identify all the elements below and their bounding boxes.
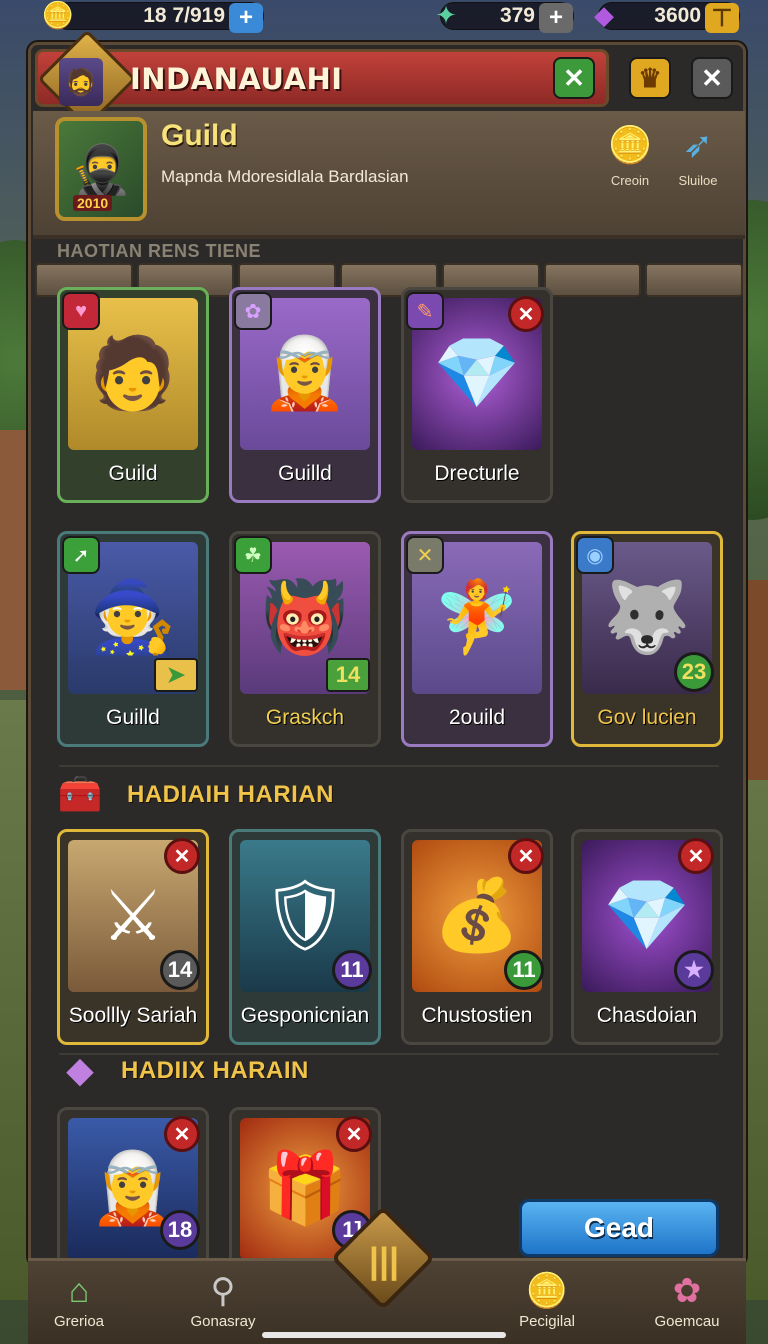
nav-center-button[interactable]: ||| — [354, 1231, 414, 1291]
close-icon[interactable]: ✕ — [164, 838, 200, 874]
close-icon[interactable]: ✕ — [678, 838, 714, 874]
card-name: Guilld — [106, 706, 160, 729]
card-soollly-sariah[interactable]: ⚔ ✕ 14 Soollly Sariah — [57, 829, 209, 1045]
level-badge: 14 — [326, 658, 370, 692]
level-badge: 23 — [674, 652, 714, 692]
gead-button[interactable]: Gead — [519, 1199, 719, 1257]
heart-icon: ♥ — [62, 292, 100, 330]
flower-icon: ✿ — [234, 292, 272, 330]
divider — [59, 765, 719, 767]
divider — [59, 1053, 719, 1055]
nav-label: Grerioa — [53, 1313, 105, 1330]
guild-subtitle: Mapnda Mdoresidlala Bardlasian — [161, 167, 409, 186]
guild-side-item-sluiloe[interactable]: ➶ Sluiloe — [663, 117, 733, 207]
guild-side-item-creoin[interactable]: 🪙 Creoin — [595, 117, 665, 207]
nav-item-gonasray[interactable]: ⚲ Gonasray — [168, 1269, 278, 1330]
card-name: 2ouild — [448, 706, 506, 729]
purple-gem-icon: ◆ — [594, 0, 614, 30]
clover-icon: ☘ — [234, 536, 272, 574]
gold-value: 18 7/919 — [143, 4, 225, 27]
close-icon[interactable]: ✕ — [508, 296, 544, 332]
nav-item-goemcau[interactable]: ✿ Goemcau — [632, 1269, 742, 1330]
gold-counter: 18 7/919 + — [54, 2, 264, 33]
close-icon[interactable]: ✕ — [164, 1116, 200, 1152]
card-gesponicnian[interactable]: 🛡 11 Gesponicnian — [229, 829, 381, 1045]
nav-label: Pecigilal — [519, 1313, 575, 1330]
card-hero-1[interactable]: 🧝 ✕ 18 — [57, 1107, 209, 1267]
home-indicator[interactable] — [262, 1332, 506, 1338]
chest-icon: 🧰 — [57, 773, 103, 814]
nav-label: Goemcau — [654, 1313, 720, 1330]
guild-info-bar: 🥷 2010 Guild Mapnda Mdoresidlala Bardlas… — [33, 111, 745, 297]
avatar[interactable]: 🧔 — [59, 58, 103, 106]
coin-stack-icon: 🪙 — [607, 124, 653, 165]
card-name: Graskch — [265, 706, 345, 729]
guild-panel: 🧔 INDANAUAHI ✕ ♛ ✕ 🥷 2010 Guild Mapnda M… — [28, 29, 746, 1267]
add-gem-button[interactable]: ⊤ — [705, 3, 739, 33]
level-badge: 11 — [504, 950, 544, 990]
close-icon[interactable]: ✕ — [508, 838, 544, 874]
card-name: Chasdoian — [596, 1004, 698, 1027]
home-icon: ⌂ — [68, 1272, 90, 1310]
card-name: Drecturle — [434, 462, 520, 485]
upgrade-icon: ➤ — [154, 658, 198, 692]
crystal-icon: ◆ — [66, 1049, 94, 1090]
coin-icon: 🪙 — [525, 1272, 569, 1310]
section-label-daily: HADIAIH HARIAN — [127, 781, 334, 808]
gold-coin-icon: 🪙 — [41, 0, 75, 30]
card-name: Guilld — [278, 462, 332, 485]
guild-title: Guild — [161, 119, 238, 152]
card-guilld[interactable]: 🧝 ✿ Guilld — [229, 287, 381, 503]
section-label-daily-2: HADIIX HARAIN — [121, 1057, 309, 1084]
nav-label: Gonasray — [190, 1313, 256, 1330]
crossed-swords-icon: ✕ — [406, 536, 444, 574]
nav-item-pecigilal[interactable]: 🪙 Pecigilal — [492, 1269, 602, 1330]
card-drecturle[interactable]: 💎 ✎ ✕ Drecturle — [401, 287, 553, 503]
close-icon[interactable]: ✕ — [336, 1116, 372, 1152]
crown-button[interactable]: ♛ — [629, 57, 671, 99]
orb-icon: ◉ — [576, 536, 614, 574]
card-name: Gov lucien — [597, 706, 697, 729]
level-badge: 18 — [160, 1210, 200, 1250]
green-crystal-icon: ✦ — [435, 0, 457, 30]
card-2ouild[interactable]: 🧚 ✕ 2ouild — [401, 531, 553, 747]
card-name: Guild — [108, 462, 158, 485]
flower-icon: ✿ — [672, 1272, 702, 1310]
level-badge: 11 — [332, 950, 372, 990]
gem-value: 3600 — [654, 4, 701, 27]
confirm-button[interactable]: ✕ — [553, 57, 595, 99]
crystal-value: 379 — [499, 4, 535, 27]
card-chustostien[interactable]: 💰 ✕ 11 Chustostien — [401, 829, 553, 1045]
feather-icon: ✎ — [406, 292, 444, 330]
card-name: Gesponicnian — [240, 1004, 370, 1027]
star-icon: ★ — [674, 950, 714, 990]
arrow-icon: ➶ — [682, 124, 714, 165]
arrow-up-icon: ➚ — [62, 536, 100, 574]
section-label-top: HAOTIAN RENS TIENE — [57, 241, 262, 261]
card-guilld-2[interactable]: 🧙 ➚ ➤ Guilld — [57, 531, 209, 747]
card-name: Soollly Sariah — [68, 1004, 198, 1027]
card-guild[interactable]: 🧑 ♥ Guild — [57, 287, 209, 503]
close-button[interactable]: ✕ — [691, 57, 733, 99]
page-title: INDANAUAHI — [130, 62, 343, 96]
add-crystal-button[interactable]: + — [539, 3, 573, 33]
guild-side-label: Sluiloe — [678, 173, 718, 188]
level-badge: 14 — [160, 950, 200, 990]
nav-item-grerioa[interactable]: ⌂ Grerioa — [24, 1269, 134, 1330]
guild-side-label: Creoin — [610, 173, 650, 188]
card-graskch[interactable]: 👹 ☘ 14 Graskch — [229, 531, 381, 747]
header-banner: 🧔 INDANAUAHI — [35, 29, 609, 129]
search-icon: ⚲ — [210, 1272, 236, 1310]
card-name: Chustostien — [421, 1004, 533, 1027]
add-gold-button[interactable]: + — [229, 3, 263, 33]
card-chasdoian[interactable]: 💎 ✕ ★ Chasdoian — [571, 829, 723, 1045]
card-gov-lucien[interactable]: 🐺 ◉ 23 Gov lucien — [571, 531, 723, 747]
guild-level-badge: 2010 — [73, 195, 113, 211]
currency-bar: 18 7/919 + 🪙 379 + ✦ 3600 ⊤ ◆ — [0, 0, 768, 36]
